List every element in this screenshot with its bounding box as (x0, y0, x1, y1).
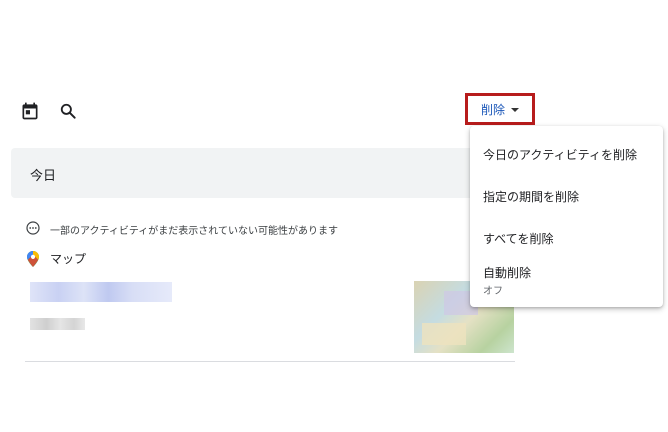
date-header-bar (11, 148, 481, 198)
divider (25, 361, 515, 362)
delete-options-menu: 今日のアクティビティを削除 指定の期間を削除 すべてを削除 自動削除 オフ (470, 126, 663, 307)
menu-item-delete-all[interactable]: すべてを削除 (470, 230, 663, 247)
maps-label[interactable]: マップ (50, 250, 86, 267)
date-header-label: 今日 (30, 169, 57, 184)
auto-delete-status: オフ (483, 286, 503, 297)
activity-notice-text: 一部のアクティビティがまだ表示されていない可能性があります (50, 226, 338, 237)
delete-dropdown-button[interactable]: 削除 (471, 97, 529, 121)
calendar-icon[interactable] (20, 101, 40, 121)
search-icon[interactable] (58, 101, 78, 121)
more-horizontal-circle-icon (26, 221, 40, 235)
caret-down-icon (511, 107, 519, 112)
menu-item-auto-delete[interactable]: 自動削除 (470, 264, 663, 281)
blurred-activity-title (30, 282, 172, 302)
blurred-activity-subtitle (30, 318, 85, 330)
menu-item-delete-today[interactable]: 今日のアクティビティを削除 (470, 146, 663, 163)
menu-item-delete-range[interactable]: 指定の期間を削除 (470, 188, 663, 205)
delete-button-label: 削除 (480, 102, 505, 117)
maps-pin-icon (27, 251, 39, 267)
